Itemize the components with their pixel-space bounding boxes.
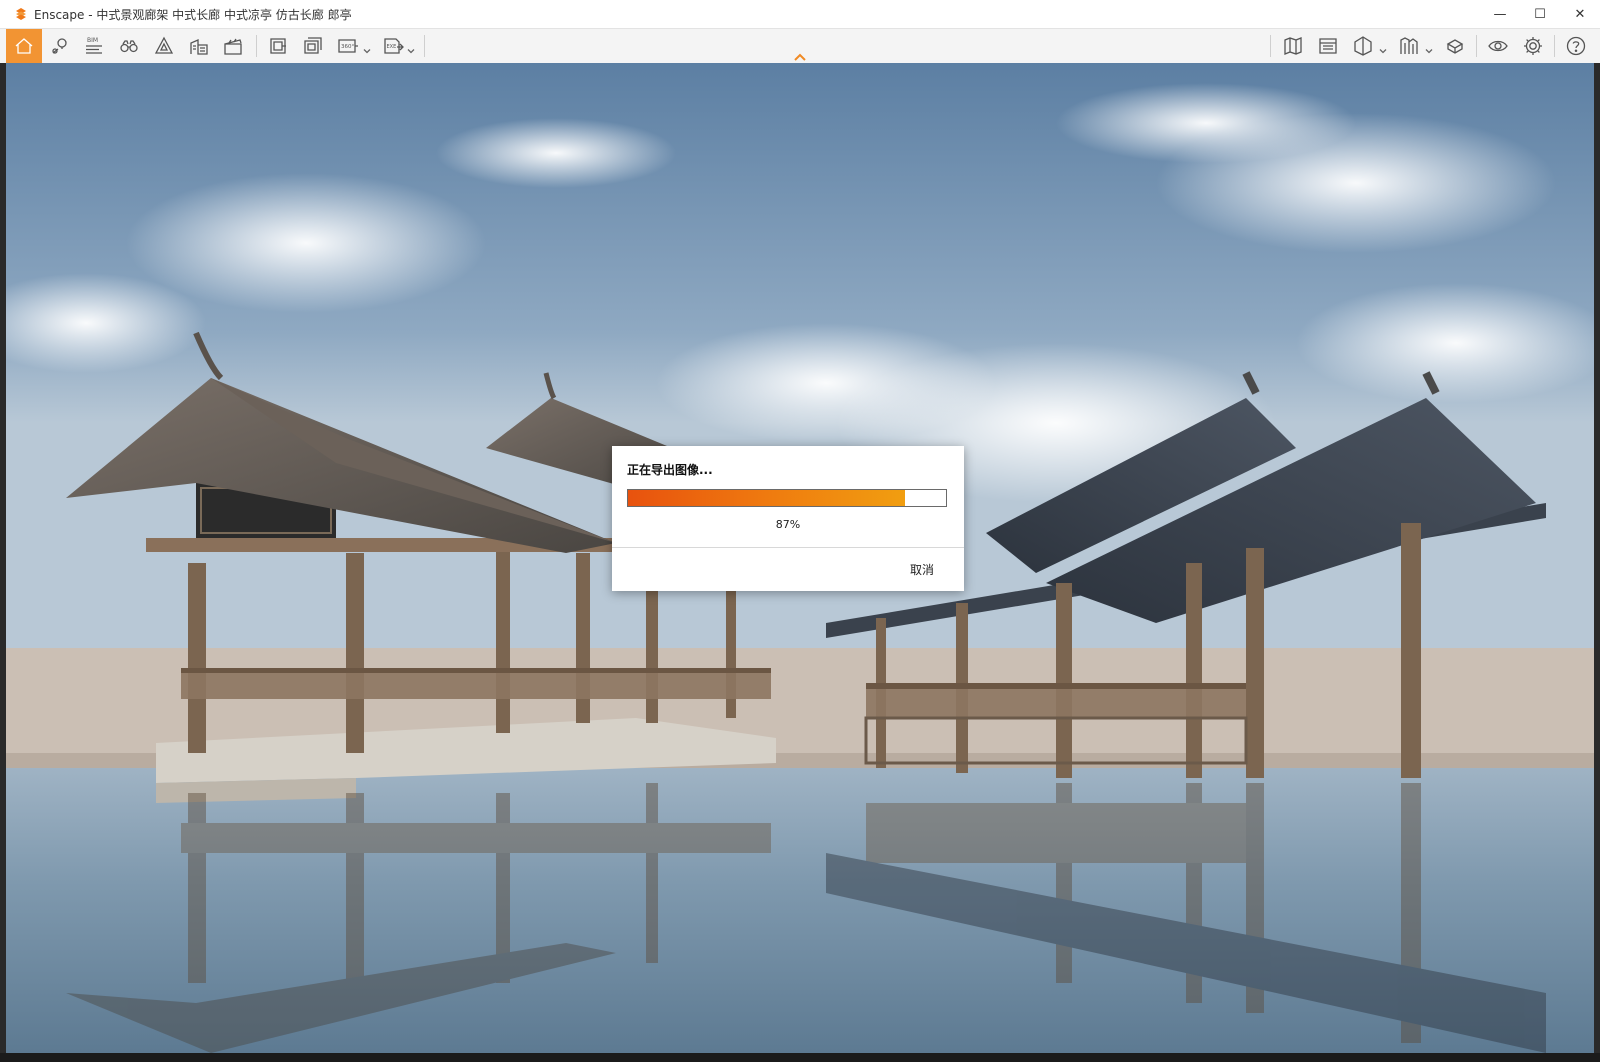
- visual-settings-icon: [1488, 40, 1508, 52]
- toolbar-separator: [424, 35, 425, 57]
- asset-library-button[interactable]: [1393, 30, 1425, 62]
- toolbar-separator: [1554, 35, 1555, 57]
- settings-gear-icon: [1524, 37, 1542, 55]
- atmosphere-button[interactable]: [148, 30, 180, 62]
- atmosphere-icon: [154, 36, 174, 54]
- material-icon: [1446, 39, 1464, 54]
- clapper-button[interactable]: [217, 30, 249, 62]
- cancel-button[interactable]: 取消: [910, 561, 934, 578]
- progress-bar-fill: [628, 490, 905, 506]
- dialog-divider: [612, 547, 964, 548]
- window-title: Enscape - 中式景观廊架 中式长廊 中式凉亭 仿古长廊 郎亭: [34, 7, 352, 22]
- close-button[interactable]: ✕: [1560, 0, 1600, 28]
- help-button[interactable]: [1560, 30, 1592, 62]
- minimize-button[interactable]: —: [1480, 0, 1520, 28]
- help-icon: [1566, 36, 1586, 56]
- panorama-360-button[interactable]: 360°: [332, 30, 364, 62]
- chevron-down-icon: [1379, 49, 1387, 54]
- progress-bar: [627, 489, 947, 507]
- progress-percent: 87%: [775, 518, 801, 531]
- window-border-right: [1594, 63, 1600, 1062]
- window-controls: — ☐ ✕: [1480, 0, 1600, 28]
- map-pin-icon: [52, 38, 67, 54]
- svg-text:360°: 360°: [341, 44, 354, 50]
- panorama-360-icon: 360°: [338, 39, 358, 53]
- batch-render-icon: [304, 37, 322, 54]
- visual-settings-button[interactable]: [1482, 30, 1514, 62]
- chevron-up-icon: [794, 53, 806, 61]
- map-icon: [1284, 37, 1302, 55]
- view-manager-button[interactable]: [1312, 30, 1344, 62]
- binoculars-icon: [120, 40, 138, 53]
- export-progress-dialog: 正在导出图像... 87% 取消: [612, 446, 964, 591]
- title-bar: Enscape - 中式景观廊架 中式长廊 中式凉亭 仿古长廊 郎亭 — ☐ ✕: [0, 0, 1600, 29]
- buildings-icon: [190, 39, 208, 55]
- asset-dropdown-caret[interactable]: [1424, 41, 1434, 54]
- view-manager-icon: [1319, 38, 1337, 54]
- toolbar-separator: [256, 35, 257, 57]
- maximize-button[interactable]: ☐: [1520, 0, 1560, 28]
- chevron-down-icon: [407, 49, 415, 54]
- home-button[interactable]: [6, 29, 42, 63]
- toolbar-separator: [1270, 35, 1271, 57]
- cube-button[interactable]: [1347, 30, 1379, 62]
- svg-text:EXE: EXE: [387, 44, 397, 50]
- svg-text:BIM: BIM: [87, 37, 98, 44]
- collapse-toolbar-toggle[interactable]: [792, 48, 808, 61]
- chevron-down-icon: [363, 49, 371, 54]
- enscape-logo-icon: [16, 8, 26, 20]
- map-pin-button[interactable]: [44, 30, 76, 62]
- render-viewport[interactable]: 正在导出图像... 87% 取消: [6, 63, 1594, 1053]
- bim-icon: BIM: [86, 37, 102, 54]
- home-icon: [15, 38, 33, 54]
- toolbar-separator: [1476, 35, 1477, 57]
- chevron-down-icon: [1425, 49, 1433, 54]
- window-border-bottom: [0, 1053, 1600, 1062]
- map-button[interactable]: [1277, 30, 1309, 62]
- cube-icon: [1354, 36, 1372, 56]
- material-button[interactable]: [1439, 30, 1471, 62]
- panorama-dropdown-caret[interactable]: [362, 41, 372, 54]
- export-exe-button[interactable]: EXE: [377, 30, 409, 62]
- export-dropdown-caret[interactable]: [406, 41, 416, 54]
- buildings-button[interactable]: [183, 30, 215, 62]
- bim-button[interactable]: BIM: [78, 30, 110, 62]
- screenshot-button[interactable]: [262, 30, 294, 62]
- screenshot-icon: [270, 38, 286, 54]
- binoculars-button[interactable]: [113, 30, 145, 62]
- dialog-title: 正在导出图像...: [627, 463, 713, 477]
- batch-render-button[interactable]: [297, 30, 329, 62]
- cube-dropdown-caret[interactable]: [1378, 41, 1388, 54]
- clapper-icon: [224, 38, 242, 55]
- settings-button[interactable]: [1517, 30, 1549, 62]
- export-exe-icon: EXE: [384, 38, 404, 54]
- asset-library-icon: [1400, 37, 1418, 54]
